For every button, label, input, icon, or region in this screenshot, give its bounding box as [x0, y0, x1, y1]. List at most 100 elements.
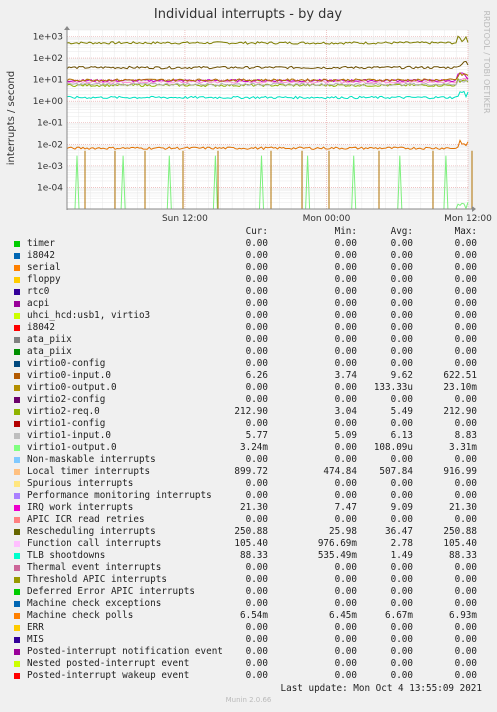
legend-min: 0.00	[334, 478, 357, 489]
legend-cur: 88.33	[240, 550, 268, 561]
legend-min: 0.00	[334, 418, 357, 429]
legend-avg: 0.00	[390, 574, 413, 585]
legend-avg: 0.00	[390, 490, 413, 501]
legend-cur: 0.00	[245, 334, 268, 345]
legend-row: Posted-interrupt wakeup event 0.00 0.00 0.0…	[0, 670, 497, 682]
x-axis-arrow	[472, 206, 476, 212]
legend-swatch	[14, 325, 20, 331]
side-label: RRDTOOL / TOBI OETIKER	[482, 10, 491, 113]
legend-row: floppy 0.00 0.00 0.00 0.00	[0, 274, 497, 286]
legend-swatch	[14, 625, 20, 631]
legend-avg: 36.47	[385, 526, 413, 537]
legend-name: virtio0-config	[27, 358, 106, 369]
legend-avg: 9.62	[390, 370, 413, 381]
legend-max: 0.00	[454, 514, 477, 525]
legend-max: 0.00	[454, 622, 477, 633]
legend-cur: 0.00	[245, 394, 268, 405]
legend-min: 976.69m	[317, 538, 357, 549]
legend-max: 88.33	[449, 550, 477, 561]
legend-avg: 0.00	[390, 454, 413, 465]
legend-swatch	[14, 589, 20, 595]
legend-cur: 5.77	[245, 430, 268, 441]
legend-max: 0.00	[454, 646, 477, 657]
legend-name: Posted-interrupt notification event	[27, 646, 223, 657]
legend-avg: 507.84	[379, 466, 413, 477]
legend-avg: 0.00	[390, 478, 413, 489]
legend-cur: 0.00	[245, 310, 268, 321]
legend-min: 0.00	[334, 298, 357, 309]
legend-min: 0.00	[334, 670, 357, 681]
legend-cur: 0.00	[245, 490, 268, 501]
legend-cur: 0.00	[245, 478, 268, 489]
legend-row: virtio1-input.0 5.77 5.09 6.13 8.83	[0, 430, 497, 442]
legend-name: uhci_hcd:usb1, virtio3	[27, 310, 151, 321]
last-update: Last update: Mon Oct 4 13:55:09 2021	[280, 683, 483, 694]
y-tick-label: 1e-03	[37, 162, 63, 172]
legend-min: 0.00	[334, 622, 357, 633]
legend-row: Machine check exceptions 0.00 0.00 0.00 0.00	[0, 598, 497, 610]
legend-row: virtio2-config 0.00 0.00 0.00 0.00	[0, 394, 497, 406]
legend-swatch	[14, 613, 20, 619]
legend-cur: 0.00	[245, 514, 268, 525]
legend-row: IRQ work interrupts 21.30 7.47 9.09 21.30	[0, 502, 497, 514]
legend-name: ata_piix	[27, 334, 72, 345]
legend-name: Thermal event interrupts	[27, 562, 162, 573]
legend-row: i8042 0.00 0.00 0.00 0.00	[0, 322, 497, 334]
legend-cur: 0.00	[245, 286, 268, 297]
legend-avg: 6.13	[390, 430, 413, 441]
legend-row: serial 0.00 0.00 0.00 0.00	[0, 262, 497, 274]
legend-swatch	[14, 241, 20, 247]
legend-swatch	[14, 277, 20, 283]
legend-cur: 0.00	[245, 322, 268, 333]
legend-swatch	[14, 541, 20, 547]
legend-swatch	[14, 313, 20, 319]
legend-max: 0.00	[454, 394, 477, 405]
legend-swatch	[14, 289, 20, 295]
legend-row: Thermal event interrupts 0.00 0.00 0.00 0.00	[0, 562, 497, 574]
legend-name: Performance monitoring interrupts	[27, 490, 212, 501]
legend-row: virtio2-req.0 212.90 3.04 5.49 212.90	[0, 406, 497, 418]
legend-max: 0.00	[454, 346, 477, 357]
legend-cur: 105.40	[234, 538, 268, 549]
legend-name: Nested posted-interrupt event	[27, 658, 190, 669]
legend-max: 0.00	[454, 274, 477, 285]
legend-min: 0.00	[334, 394, 357, 405]
legend-cur: 0.00	[245, 646, 268, 657]
y-tick-label: 1e+00	[33, 97, 64, 107]
legend-name: i8042	[27, 250, 55, 261]
legend-avg: 0.00	[390, 250, 413, 261]
legend-row: APIC ICR read retries 0.00 0.00 0.00 0.00	[0, 514, 497, 526]
legend-swatch	[14, 529, 20, 535]
legend-swatch	[14, 253, 20, 259]
legend-min: 6.45m	[329, 610, 357, 621]
legend-max: 0.00	[454, 322, 477, 333]
legend-cur: 0.00	[245, 658, 268, 669]
y-axis-arrow	[64, 26, 70, 30]
legend-row: virtio0-output.0 0.00 0.00 133.33u 23.10m	[0, 382, 497, 394]
legend-max: 105.40	[443, 538, 477, 549]
legend-max: 0.00	[454, 298, 477, 309]
legend-max: 250.88	[443, 526, 477, 537]
legend-row: Threshold APIC interrupts 0.00 0.00 0.00 0.0…	[0, 574, 497, 586]
legend-row: Rescheduling interrupts 250.88 25.98 36.47 2…	[0, 526, 497, 538]
legend-min: 0.00	[334, 310, 357, 321]
legend-cur: 0.00	[245, 586, 268, 597]
legend-cur: 0.00	[245, 670, 268, 681]
legend-avg: 0.00	[390, 238, 413, 249]
legend-max: 0.00	[454, 586, 477, 597]
legend-min: 0.00	[334, 574, 357, 585]
legend-min: 0.00	[334, 646, 357, 657]
chart: Individual interrupts - by day interrupt…	[6, 7, 492, 224]
legend-min: 0.00	[334, 274, 357, 285]
legend-max: 0.00	[454, 334, 477, 345]
legend-swatch	[14, 517, 20, 523]
legend-cur: 0.00	[245, 238, 268, 249]
legend-cur: 899.72	[234, 466, 268, 477]
legend-max: 0.00	[454, 670, 477, 681]
legend-row: virtio0-input.0 6.26 3.74 9.62 622.51	[0, 370, 497, 382]
legend-avg: 6.67m	[385, 610, 413, 621]
legend-cur: 212.90	[234, 406, 268, 417]
legend-cur: 0.00	[245, 346, 268, 357]
legend-min: 0.00	[334, 334, 357, 345]
legend-max: 21.30	[449, 502, 477, 513]
